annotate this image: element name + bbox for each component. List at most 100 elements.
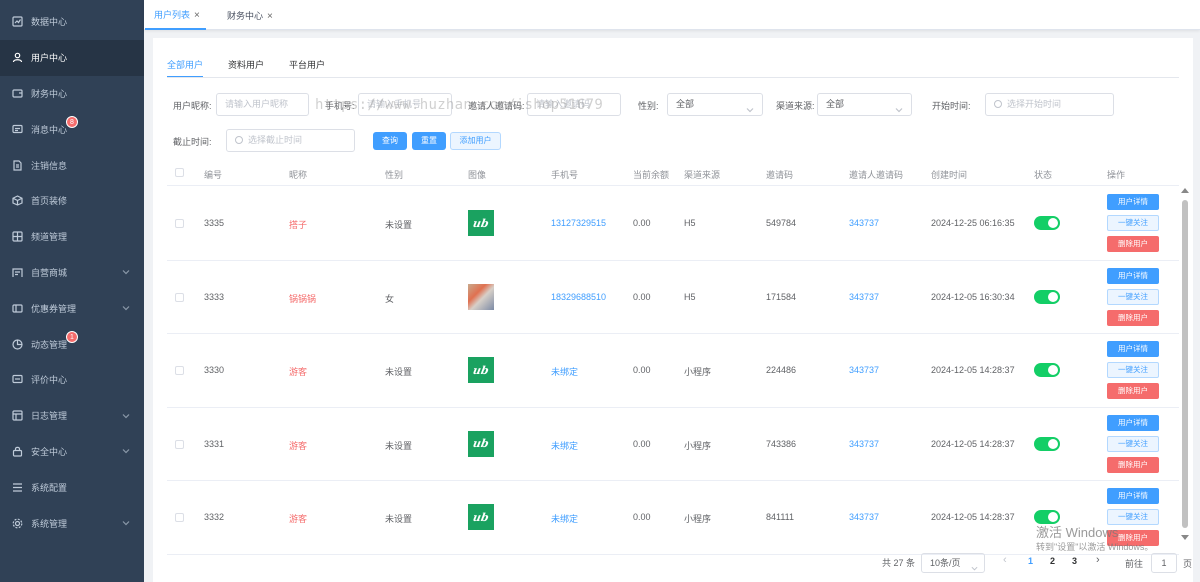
tab-user-list[interactable]: 用户列表 × — [145, 0, 206, 30]
cell-channel: H5 — [684, 291, 696, 302]
cell-phone[interactable]: 未绑定 — [551, 439, 578, 452]
sidebar-item[interactable]: 数据中心 — [0, 4, 144, 40]
status-toggle[interactable] — [1034, 363, 1060, 377]
sidebar-item[interactable]: 系统管理 — [0, 505, 144, 541]
prev-page-button[interactable]: ‹ — [1003, 554, 1007, 566]
follow-button[interactable]: 一键关注 — [1107, 435, 1159, 452]
page-size-select[interactable]: 10条/页 — [921, 553, 985, 573]
inviter-code-input[interactable]: 请输入邀请码 — [527, 93, 621, 116]
cell-channel: H5 — [684, 218, 696, 228]
add-user-button[interactable]: 添加用户 — [450, 132, 501, 150]
start-time-picker[interactable]: 选择开始时间 — [985, 93, 1114, 116]
page-number[interactable]: 1 — [1028, 556, 1033, 566]
status-toggle[interactable] — [1034, 216, 1060, 230]
reset-button[interactable]: 重置 — [412, 132, 446, 150]
page-number[interactable]: 2 — [1050, 556, 1055, 566]
page-tabs-bar: 用户列表 × 财务中心 × — [144, 0, 1200, 30]
tab-finance-center[interactable]: 财务中心 × — [218, 0, 279, 30]
end-time-picker[interactable]: 选择截止时间 — [226, 129, 355, 152]
close-icon[interactable]: × — [194, 10, 200, 21]
channel-select[interactable]: 全部 — [817, 93, 912, 116]
avatar-logo-text: ub — [471, 437, 490, 450]
sidebar-item[interactable]: 动态管理 1 — [0, 326, 144, 362]
chevron-down-icon — [122, 519, 130, 527]
header-channel: 渠道来源 — [684, 170, 721, 180]
goto-page-input[interactable]: 1 — [1151, 553, 1177, 573]
windows-activation-title: 激活 Windows — [1036, 525, 1119, 540]
sidebar-item-label: 系统配置 — [31, 482, 68, 493]
cell-nickname: 锅锅锅 — [289, 293, 317, 304]
cell-invite-code: 549784 — [766, 218, 797, 228]
follow-button[interactable]: 一键关注 — [1107, 288, 1159, 305]
table-row: 3331 游客 未设置 ub 未绑定 0.00 小程序 743386 343737 2024-12… — [167, 408, 1179, 481]
sidebar-item[interactable]: 安全中心 — [0, 434, 144, 470]
user-detail-button[interactable]: 用户详情 — [1107, 341, 1159, 357]
sidebar-item[interactable]: 系统配置 — [0, 469, 144, 505]
delete-user-button[interactable]: 删除用户 — [1107, 236, 1159, 252]
sidebar-item[interactable]: 自营商城 — [0, 255, 144, 291]
cell-gender: 未设置 — [385, 220, 413, 230]
cell-inviter-code[interactable]: 343737 — [849, 218, 879, 228]
cube-icon — [12, 195, 23, 207]
cell-gender: 未设置 — [385, 440, 413, 451]
clock-icon — [235, 136, 243, 144]
cell-inviter-code[interactable]: 343737 — [849, 512, 879, 522]
scroll-down-arrow[interactable] — [1181, 535, 1189, 540]
row-checkbox[interactable] — [175, 292, 184, 302]
sidebar-item[interactable]: 消息中心 8 — [0, 111, 144, 147]
gender-value: 全部 — [676, 99, 695, 109]
avatar-logo-text: ub — [471, 363, 490, 377]
status-toggle[interactable] — [1034, 289, 1060, 304]
scroll-thumb[interactable] — [1182, 200, 1188, 528]
row-checkbox[interactable] — [175, 219, 184, 228]
row-checkbox[interactable] — [175, 439, 184, 449]
close-icon[interactable]: × — [267, 11, 273, 22]
cell-phone[interactable]: 13127329515 — [551, 218, 606, 228]
tab-profile-users[interactable]: 资料用户 — [228, 58, 264, 78]
search-button[interactable]: 查询 — [373, 132, 407, 150]
user-detail-button[interactable]: 用户详情 — [1107, 414, 1159, 431]
cell-inviter-code[interactable]: 343737 — [849, 292, 879, 302]
sidebar-item-label: 动态管理 — [31, 339, 68, 350]
scrollbar[interactable] — [1181, 188, 1189, 540]
nickname-input[interactable]: 请输入用户昵称 — [216, 93, 309, 116]
cell-phone[interactable]: 18329688510 — [551, 292, 606, 302]
sidebar-item[interactable]: 优惠券管理 — [0, 290, 144, 326]
user-detail-button[interactable]: 用户详情 — [1107, 194, 1159, 210]
cell-inviter-code[interactable]: 343737 — [849, 365, 879, 375]
gender-select[interactable]: 全部 — [667, 93, 763, 116]
cell-phone[interactable]: 未绑定 — [551, 512, 578, 525]
phone-input[interactable]: 请输入手机号 — [358, 93, 452, 116]
sidebar-item[interactable]: 日志管理 — [0, 398, 144, 434]
status-toggle[interactable] — [1034, 436, 1060, 451]
tab-all-users[interactable]: 全部用户 — [167, 58, 204, 78]
page-number[interactable]: 3 — [1072, 556, 1077, 566]
select-all-checkbox[interactable] — [175, 168, 184, 177]
cell-channel: 小程序 — [684, 514, 712, 524]
cell-inviter-code[interactable]: 343737 — [849, 439, 879, 449]
user-detail-button[interactable]: 用户详情 — [1107, 488, 1159, 504]
avatar: ub — [468, 357, 494, 383]
delete-user-button[interactable]: 删除用户 — [1107, 309, 1159, 326]
cell-nickname: 游客 — [289, 367, 308, 377]
row-checkbox[interactable] — [175, 513, 184, 522]
sidebar-item[interactable]: 财务中心 — [0, 76, 144, 112]
next-page-button[interactable]: › — [1096, 554, 1100, 566]
delete-user-button[interactable]: 删除用户 — [1107, 456, 1159, 473]
start-time-label: 开始时间: — [932, 101, 971, 111]
sidebar-item[interactable]: 用户中心 — [0, 39, 144, 76]
sidebar-item[interactable]: 频道管理 — [0, 219, 144, 255]
cell-id: 3333 — [204, 291, 225, 302]
sidebar-item[interactable]: 评价中心 — [0, 362, 144, 398]
user-detail-button[interactable]: 用户详情 — [1107, 267, 1159, 284]
row-checkbox[interactable] — [175, 366, 184, 375]
sidebar-item[interactable]: 注销信息 — [0, 147, 144, 183]
follow-button[interactable]: 一键关注 — [1107, 215, 1159, 231]
scroll-up-arrow[interactable] — [1181, 188, 1189, 193]
follow-button[interactable]: 一键关注 — [1107, 362, 1159, 378]
delete-user-button[interactable]: 删除用户 — [1107, 383, 1159, 399]
tab-platform-users[interactable]: 平台用户 — [289, 58, 325, 78]
sidebar-item[interactable]: 首页装修 — [0, 183, 144, 219]
cell-phone[interactable]: 未绑定 — [551, 365, 578, 378]
sidebar: 数据中心 用户中心 财务中心 消息中心 8 注销信息 首页装修 频道管理 自营商城 优惠券管理 动态… — [0, 0, 144, 582]
